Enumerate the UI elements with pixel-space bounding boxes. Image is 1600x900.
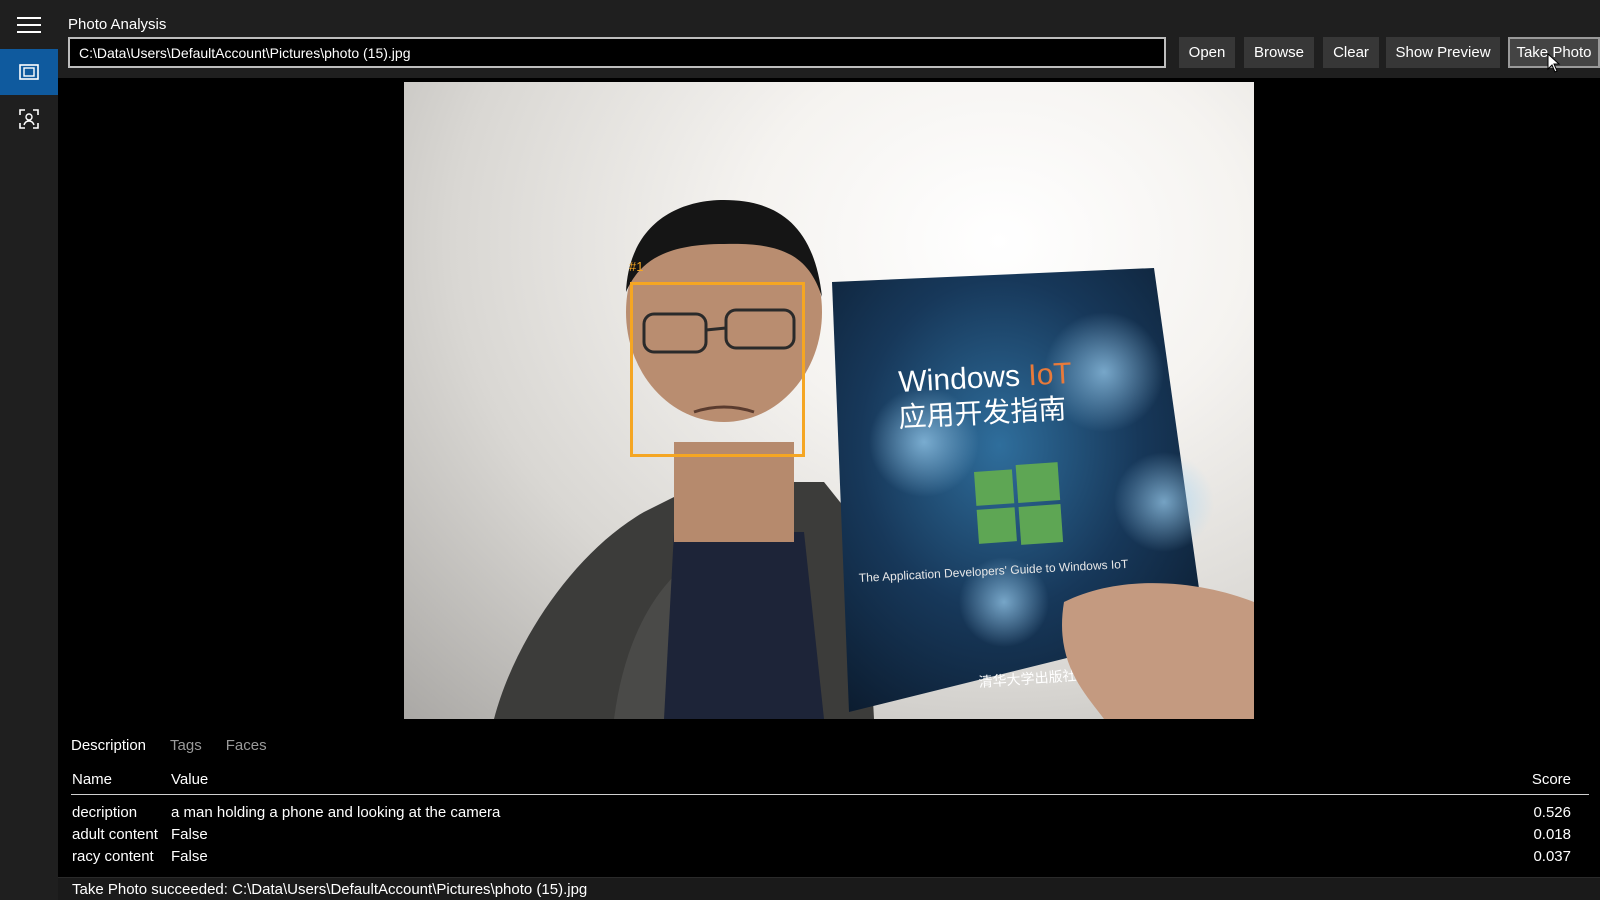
row-name: decription <box>72 804 138 821</box>
nav-rail <box>0 0 58 900</box>
row-score: 0.037 <box>1533 848 1571 865</box>
tab-description[interactable]: Description <box>71 737 146 754</box>
app-title: Photo Analysis <box>68 16 167 33</box>
results-table-header: Name Value Score <box>71 771 1589 795</box>
clear-button[interactable]: Clear <box>1323 37 1379 68</box>
row-name: adult content <box>72 826 158 843</box>
row-score: 0.018 <box>1533 826 1571 843</box>
row-score: 0.526 <box>1533 804 1571 821</box>
mouse-cursor-icon <box>1547 53 1561 73</box>
table-row: adult content False 0.018 <box>71 826 1589 846</box>
tab-faces[interactable]: Faces <box>226 737 267 754</box>
results-tabs: Description Tags Faces <box>71 737 267 754</box>
file-path-input[interactable] <box>68 37 1166 68</box>
column-header-name: Name <box>72 771 113 788</box>
analyzed-photo: Windows IoT 应用开发指南 The Application Devel… <box>404 82 1254 719</box>
tab-tags[interactable]: Tags <box>170 737 202 754</box>
hamburger-menu-icon <box>17 17 41 33</box>
header-bar: Photo Analysis Open Browse Clear Show Pr… <box>58 0 1600 78</box>
row-value: False <box>171 848 208 865</box>
book-title-highlight: IoT <box>1028 357 1073 392</box>
column-header-score: Score <box>1531 771 1571 788</box>
open-button[interactable]: Open <box>1179 37 1235 68</box>
face-detection-icon <box>19 109 39 129</box>
row-value: a man holding a phone and looking at the… <box>171 804 501 821</box>
column-header-value: Value <box>171 771 209 788</box>
face-label: #1 <box>629 259 644 274</box>
status-bar: Take Photo succeeded: C:\Data\Users\Defa… <box>58 877 1600 900</box>
photo-scene: Windows IoT 应用开发指南 The Application Devel… <box>494 200 1254 719</box>
row-value: False <box>171 826 208 843</box>
face-bounding-box <box>630 282 805 457</box>
nav-face-detection[interactable] <box>0 96 58 142</box>
table-row: decription a man holding a phone and loo… <box>71 804 1589 824</box>
browse-button[interactable]: Browse <box>1244 37 1314 68</box>
book-title-en: Windows <box>898 359 1030 399</box>
hamburger-menu-button[interactable] <box>0 2 58 48</box>
row-name: racy content <box>72 848 154 865</box>
show-preview-button[interactable]: Show Preview <box>1386 37 1500 68</box>
table-row: racy content False 0.037 <box>71 848 1589 868</box>
nav-photo-analysis[interactable] <box>0 49 58 95</box>
photo-analysis-icon <box>19 64 39 80</box>
